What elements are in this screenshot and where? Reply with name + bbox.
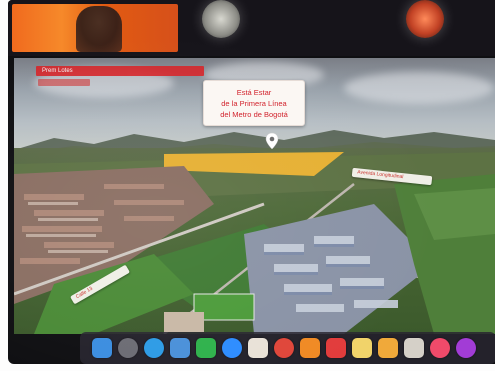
pages-icon[interactable]: [378, 338, 398, 358]
participant-video-tile[interactable]: [12, 4, 178, 52]
participant-avatar-orange[interactable]: [406, 0, 444, 38]
macos-dock: [80, 332, 495, 364]
location-pin-icon[interactable]: [265, 132, 279, 150]
music-icon[interactable]: [430, 338, 450, 358]
project-callout: Está Estar de la Primera Línea del Metro…: [203, 80, 305, 126]
photos-icon[interactable]: [248, 338, 268, 358]
header-red-subbar: [38, 79, 90, 86]
safari-icon[interactable]: [144, 338, 164, 358]
callout-line-3: del Metro de Bogotá: [220, 110, 288, 119]
participant-avatar-gray[interactable]: [202, 0, 240, 38]
city-model: [14, 152, 495, 334]
finder-icon[interactable]: [92, 338, 112, 358]
callout-line-1: Está Estar: [236, 88, 272, 97]
books-icon[interactable]: [300, 338, 320, 358]
podcasts-icon[interactable]: [456, 338, 476, 358]
header-red-bar: Prem Lotes: [36, 66, 204, 76]
facetime-icon[interactable]: [196, 338, 216, 358]
notes-icon[interactable]: [352, 338, 372, 358]
aerial-render-scene: Prem Lotes Está Estar de la Primera Líne…: [14, 58, 495, 334]
chrome-icon[interactable]: [274, 338, 294, 358]
zoom-icon[interactable]: [222, 338, 242, 358]
preview-icon[interactable]: [404, 338, 424, 358]
callout-line-2: de la Primera Línea: [221, 99, 287, 108]
calendar-icon[interactable]: [326, 338, 346, 358]
participant-silhouette: [76, 6, 122, 52]
video-call-strip: [8, 0, 495, 56]
launchpad-icon[interactable]: [118, 338, 138, 358]
monitor-photo: Prem Lotes Está Estar de la Primera Líne…: [0, 0, 495, 371]
monitor-screen: Prem Lotes Está Estar de la Primera Líne…: [8, 0, 495, 364]
cloud: [344, 72, 494, 104]
mail-icon[interactable]: [170, 338, 190, 358]
